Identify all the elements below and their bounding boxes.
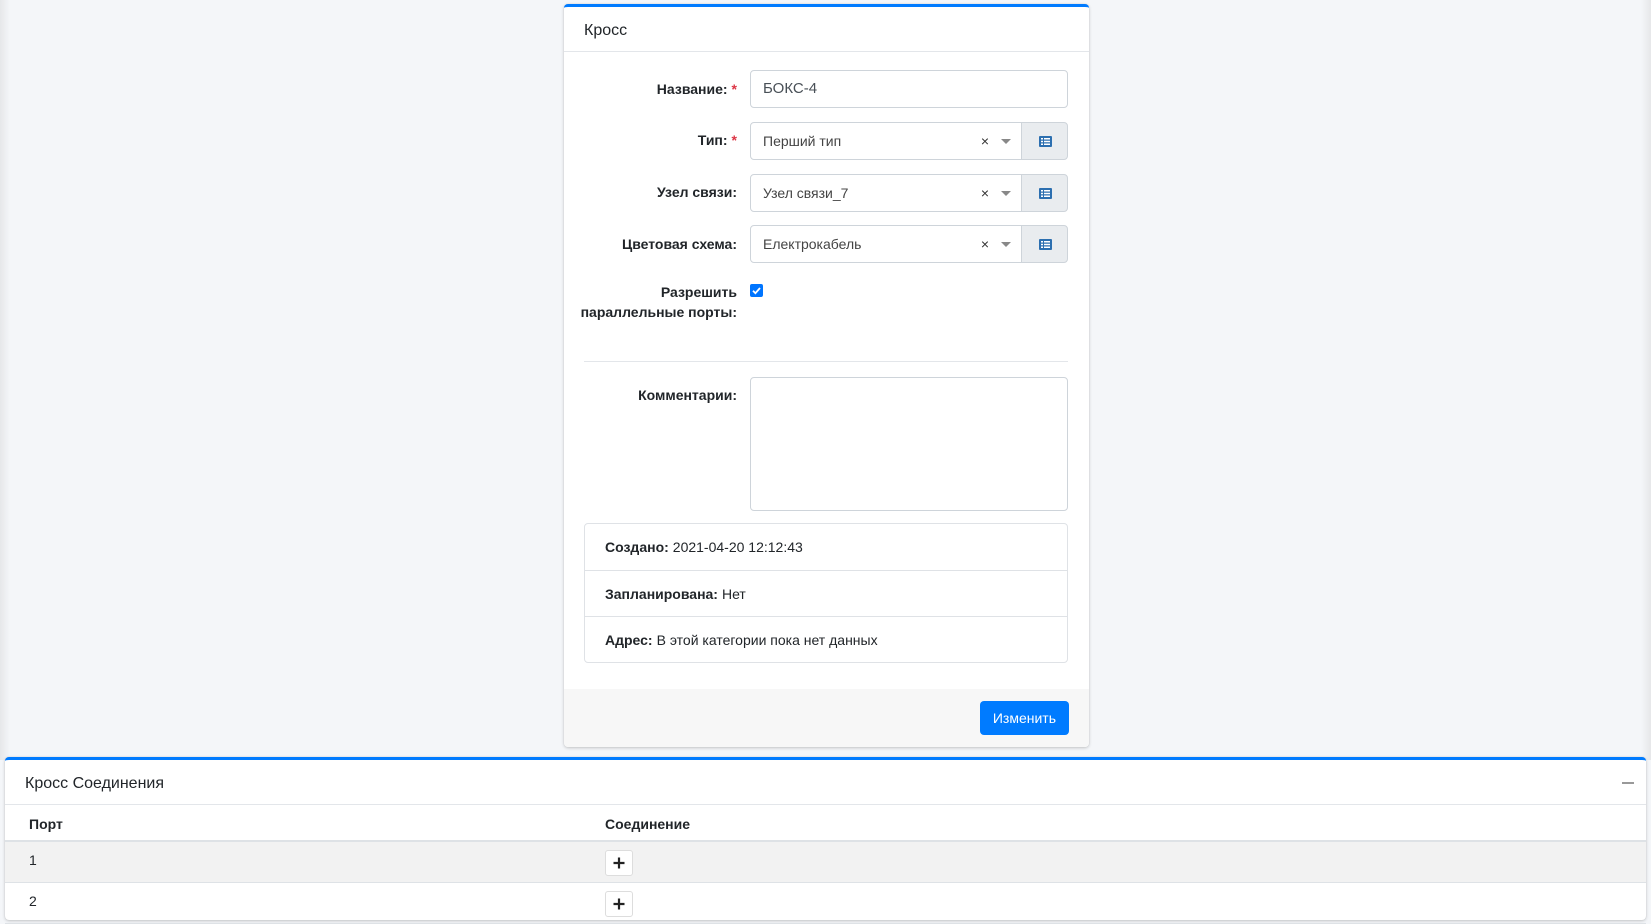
- table-row: 2: [5, 883, 1646, 924]
- cross-connections-card: Кросс Соединения Порт Соединение 1 2: [5, 757, 1646, 924]
- right-shadow: [1641, 0, 1651, 760]
- color-scheme-select[interactable]: Електрокабель ×: [750, 225, 1022, 263]
- plus-icon: [613, 857, 625, 869]
- card-header: Кросс Соединения: [5, 760, 1646, 805]
- node-list-button[interactable]: [1021, 174, 1068, 212]
- card-footer: Изменить: [564, 689, 1089, 747]
- list-icon: [1039, 239, 1052, 250]
- parallel-ports-label: Разрешить параллельные порты:: [580, 284, 737, 320]
- clear-icon[interactable]: ×: [981, 175, 989, 211]
- table-row: 1: [5, 842, 1646, 883]
- created-item: Создано: 2021-04-20 12:12:43: [605, 539, 803, 555]
- color-scheme-list-button[interactable]: [1021, 225, 1068, 263]
- port-cell: 1: [29, 852, 37, 868]
- parallel-ports-checkbox[interactable]: [750, 284, 763, 297]
- info-list: Создано: 2021-04-20 12:12:43 Запланирован…: [584, 523, 1068, 663]
- node-select-value: Узел связи_7: [763, 185, 849, 201]
- add-connection-button[interactable]: [605, 850, 633, 876]
- cross-form-card: Кросс Название: * БОКС-4 Тип: * Перший тип…: [564, 4, 1089, 747]
- node-label: Узел связи:: [657, 184, 737, 200]
- color-scheme-select-value: Електрокабель: [763, 236, 862, 252]
- clear-icon[interactable]: ×: [981, 123, 989, 159]
- port-cell: 2: [29, 893, 37, 909]
- card-title: Кросс: [584, 22, 628, 39]
- name-label: Название: *: [656, 81, 737, 97]
- caret-down-icon[interactable]: [1001, 242, 1011, 247]
- minus-icon[interactable]: [1622, 782, 1634, 784]
- list-icon: [1039, 136, 1052, 147]
- add-connection-button[interactable]: [605, 891, 633, 917]
- save-button[interactable]: Изменить: [979, 701, 1069, 735]
- required-mark: *: [731, 81, 737, 97]
- planned-item: Запланирована: Нет: [585, 570, 1067, 616]
- caret-down-icon[interactable]: [1001, 139, 1011, 144]
- comments-label: Комментарии:: [638, 387, 737, 403]
- type-list-button[interactable]: [1021, 122, 1068, 160]
- divider: [584, 361, 1068, 362]
- type-select[interactable]: Перший тип ×: [750, 122, 1022, 160]
- name-input[interactable]: БОКС-4: [750, 70, 1068, 108]
- card-title: Кросс Соединения: [25, 775, 165, 792]
- checkmark-icon: [752, 287, 761, 295]
- table-header: Порт Соединение: [5, 808, 1646, 842]
- plus-icon: [613, 898, 625, 910]
- address-item: Адрес: В этой категории пока нет данных: [585, 616, 1067, 662]
- comments-textarea[interactable]: [750, 377, 1068, 511]
- required-mark: *: [731, 132, 737, 148]
- column-header-port: Порт: [29, 816, 63, 832]
- list-icon: [1039, 188, 1052, 199]
- column-header-connection: Соединение: [605, 816, 691, 832]
- color-scheme-label: Цветовая схема:: [621, 236, 737, 252]
- caret-down-icon[interactable]: [1001, 191, 1011, 196]
- card-header: Кросс: [564, 7, 1089, 52]
- type-select-value: Перший тип: [763, 133, 842, 149]
- left-shadow: [0, 0, 10, 760]
- node-select[interactable]: Узел связи_7 ×: [750, 174, 1022, 212]
- clear-icon[interactable]: ×: [981, 226, 989, 262]
- type-label: Тип: *: [697, 132, 737, 148]
